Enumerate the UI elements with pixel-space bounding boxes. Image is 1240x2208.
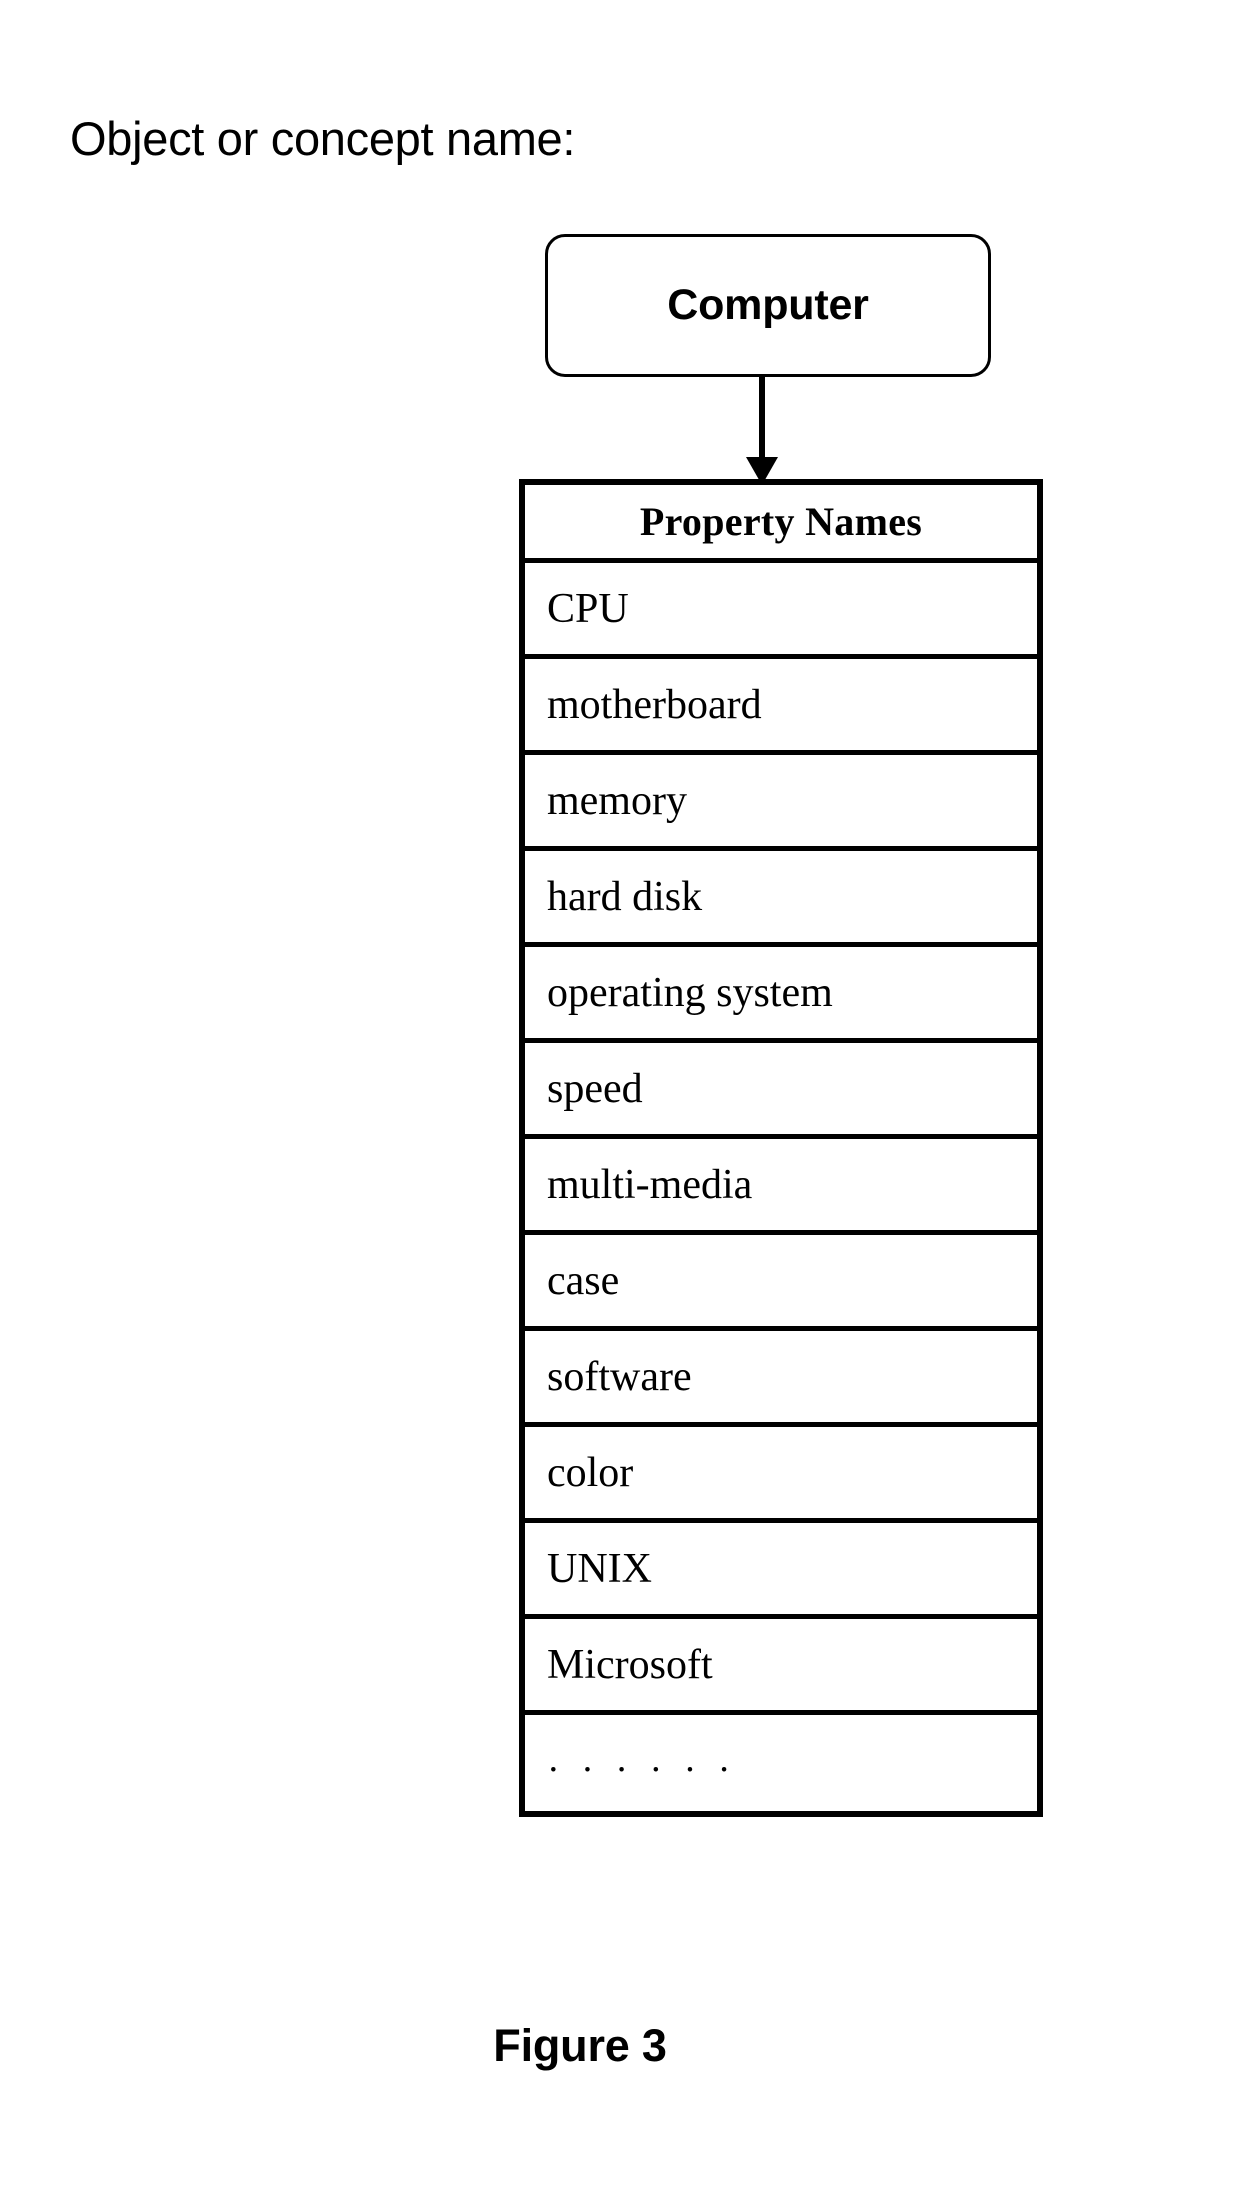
arrow-down-icon: [740, 377, 784, 485]
table-cell-label: memory: [547, 777, 687, 824]
table-row: motherboard: [525, 659, 1037, 755]
table-cell-label: motherboard: [547, 681, 762, 728]
page-title: Object or concept name:: [70, 112, 576, 165]
table-cell-label: multi-media: [547, 1161, 753, 1208]
table-row: · · · · · ·: [525, 1715, 1037, 1811]
table-row: CPU: [525, 563, 1037, 659]
table-cell-label: color: [547, 1449, 634, 1496]
table-row: Microsoft: [525, 1619, 1037, 1715]
figure-canvas: Object or concept name: Computer Propert…: [0, 0, 1240, 2208]
table-row: color: [525, 1427, 1037, 1523]
table-header-row: Property Names: [525, 485, 1037, 563]
table-cell-label: · · · · · ·: [547, 1749, 737, 1791]
table-cell-label: speed: [547, 1065, 643, 1112]
figure-caption-label: Figure 3: [493, 2020, 667, 2071]
table-row: UNIX: [525, 1523, 1037, 1619]
table-cell-label: Microsoft: [547, 1641, 713, 1688]
table-row: memory: [525, 755, 1037, 851]
table-cell-label: operating system: [547, 969, 833, 1016]
table-row: case: [525, 1235, 1037, 1331]
root-concept-label: Computer: [667, 281, 869, 329]
table-cell-label: UNIX: [547, 1545, 652, 1592]
table-cell-label: software: [547, 1353, 692, 1400]
figure-caption: Figure 3: [0, 2020, 1240, 2072]
property-names-table: Property Names CPU motherboard memory ha…: [519, 479, 1043, 1817]
root-concept-node: Computer: [545, 234, 991, 377]
table-row: software: [525, 1331, 1037, 1427]
table-cell-label: case: [547, 1257, 620, 1304]
table-header-label: Property Names: [639, 499, 923, 544]
table-row: multi-media: [525, 1139, 1037, 1235]
table-cell-label: hard disk: [547, 873, 703, 920]
table-row: operating system: [525, 947, 1037, 1043]
table-cell-label: CPU: [547, 585, 629, 632]
table-row: hard disk: [525, 851, 1037, 947]
table-row: speed: [525, 1043, 1037, 1139]
